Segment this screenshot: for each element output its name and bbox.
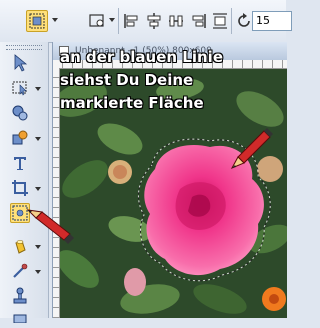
tool-icon [13, 314, 27, 324]
rotation-angle-input[interactable]: 15 [252, 11, 292, 31]
chevron-down-icon[interactable] [35, 187, 41, 191]
options-toolbar: 15 [0, 0, 292, 43]
chevron-down-icon[interactable] [52, 18, 58, 22]
toolbox [0, 42, 49, 324]
align-middle-icon [213, 13, 227, 29]
align-left-icon [124, 14, 138, 28]
crop-icon [12, 180, 28, 196]
rotate-icon [238, 13, 250, 27]
chevron-down-icon[interactable] [35, 87, 41, 91]
crop-tool-button[interactable] [10, 178, 30, 198]
selection-feather-icon [89, 14, 104, 27]
align-right-button[interactable] [187, 10, 209, 32]
tutorial-caption: an der blauen Linie siehst Du Deine mark… [60, 46, 287, 115]
align-center-button[interactable] [143, 10, 165, 32]
eyedropper-tool-button[interactable] [10, 261, 30, 281]
caption-line-1: an der blauen Linie [60, 48, 224, 66]
vertical-ruler [53, 68, 60, 318]
move-selection-icon [12, 81, 27, 96]
pencil-pointer-icon [26, 209, 74, 244]
stamp-tool-button[interactable] [10, 286, 30, 306]
align-left-button[interactable] [121, 10, 143, 32]
chevron-down-icon[interactable] [35, 137, 41, 141]
chevron-down-icon[interactable] [35, 270, 41, 274]
align-right-icon [192, 14, 206, 28]
shape-tool-button[interactable] [10, 103, 30, 123]
caption-line-2: siehst Du Deine [60, 71, 194, 89]
distribute-icon [169, 15, 183, 27]
toolbox-grip[interactable] [6, 45, 42, 50]
feather-button[interactable] [86, 10, 108, 32]
caption-line-3: markierte Fläche [60, 94, 204, 112]
move-tool-button[interactable] [10, 78, 30, 98]
lasso-selection-icon [29, 13, 45, 29]
eyedropper-icon [13, 263, 28, 278]
fill-tool-button[interactable] [10, 128, 30, 148]
toolbar-separator [118, 8, 119, 34]
next-tool-button[interactable] [10, 308, 30, 328]
clone-stamp-icon [13, 287, 27, 304]
distribute-button[interactable] [165, 10, 187, 32]
text-tool-icon [14, 157, 26, 170]
pick-tool-button[interactable] [10, 53, 30, 73]
text-tool-button[interactable] [10, 153, 30, 173]
toolbar-separator [231, 8, 232, 34]
document-window: Unbenannt - 1 (50%) 800x600 an der blaue… [52, 42, 287, 318]
align-center-icon [147, 13, 161, 29]
arrow-pointer-icon [14, 54, 28, 72]
chevron-down-icon[interactable] [109, 18, 115, 22]
fill-shapes-icon [12, 130, 28, 145]
selection-mode-button[interactable] [26, 10, 48, 32]
align-middle-button[interactable] [209, 10, 231, 32]
shapes-icon [12, 105, 28, 121]
